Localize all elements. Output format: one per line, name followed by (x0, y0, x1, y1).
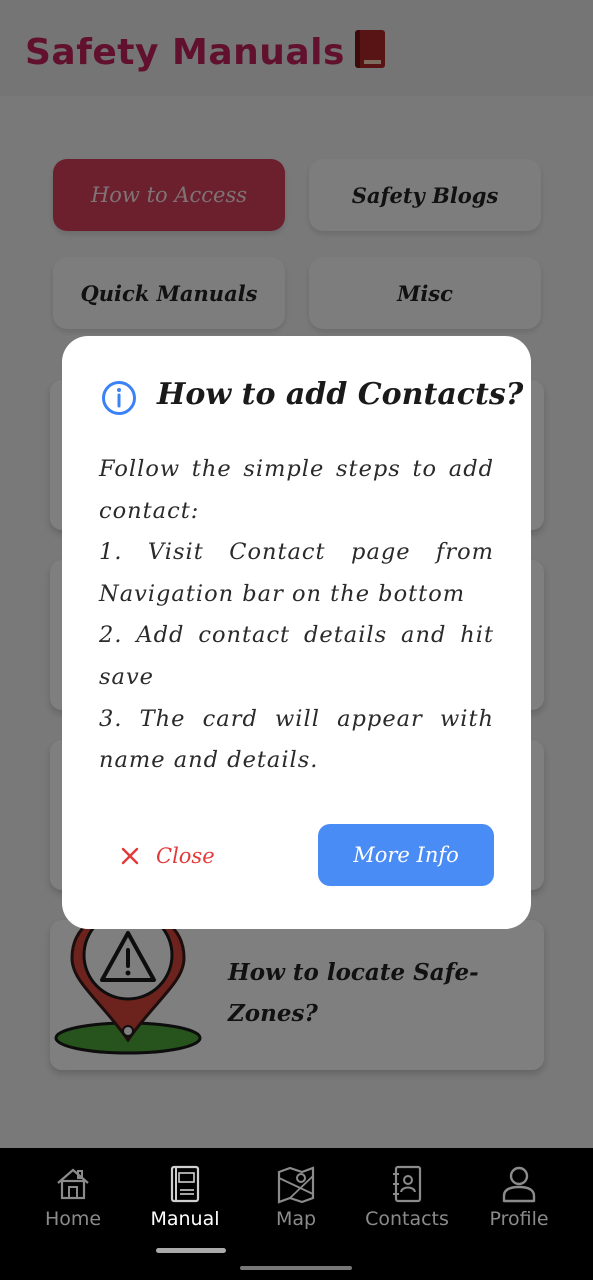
map-icon (277, 1166, 315, 1204)
dialog-body-line: Follow the simple steps to add contact: (99, 456, 494, 524)
dialog-body: Follow the simple steps to add contact: … (99, 449, 494, 782)
dialog-body-line: 2. Add contact details and hit save (99, 622, 494, 690)
dialog-body-line: 3. The card will appear with name and de… (99, 705, 494, 774)
gesture-home-bar[interactable] (240, 1266, 352, 1270)
nav-label: Manual (150, 1208, 220, 1230)
nav-label: Profile (489, 1208, 549, 1230)
nav-item-map[interactable]: Map (241, 1164, 351, 1230)
close-label: Close (156, 844, 215, 868)
profile-icon (502, 1166, 536, 1203)
close-button[interactable]: Close (120, 838, 215, 874)
dialog-title: How to add Contacts? (157, 377, 524, 412)
nav-item-home[interactable]: Home (18, 1164, 128, 1230)
user-guide-icon (170, 1165, 200, 1203)
nav-label: Home (44, 1208, 102, 1230)
info-icon (102, 381, 136, 415)
nav-active-indicator (156, 1248, 226, 1253)
nav-item-manual[interactable]: Manual (130, 1164, 240, 1230)
nav-item-profile[interactable]: Profile (464, 1164, 574, 1230)
nav-label: Contacts (365, 1208, 449, 1230)
dialog-body-line: 1. Visit Contact page from Navigation ba… (99, 539, 494, 607)
more-info-label: More Info (353, 843, 459, 867)
bottom-nav: Home Manual Map Contacts Profile (0, 1148, 593, 1280)
nav-item-contacts[interactable]: Contacts (352, 1164, 462, 1230)
home-icon (57, 1168, 89, 1200)
contacts-icon (393, 1165, 422, 1203)
nav-label: Map (275, 1208, 317, 1230)
close-icon (121, 847, 139, 865)
more-info-button[interactable]: More Info (318, 824, 494, 886)
